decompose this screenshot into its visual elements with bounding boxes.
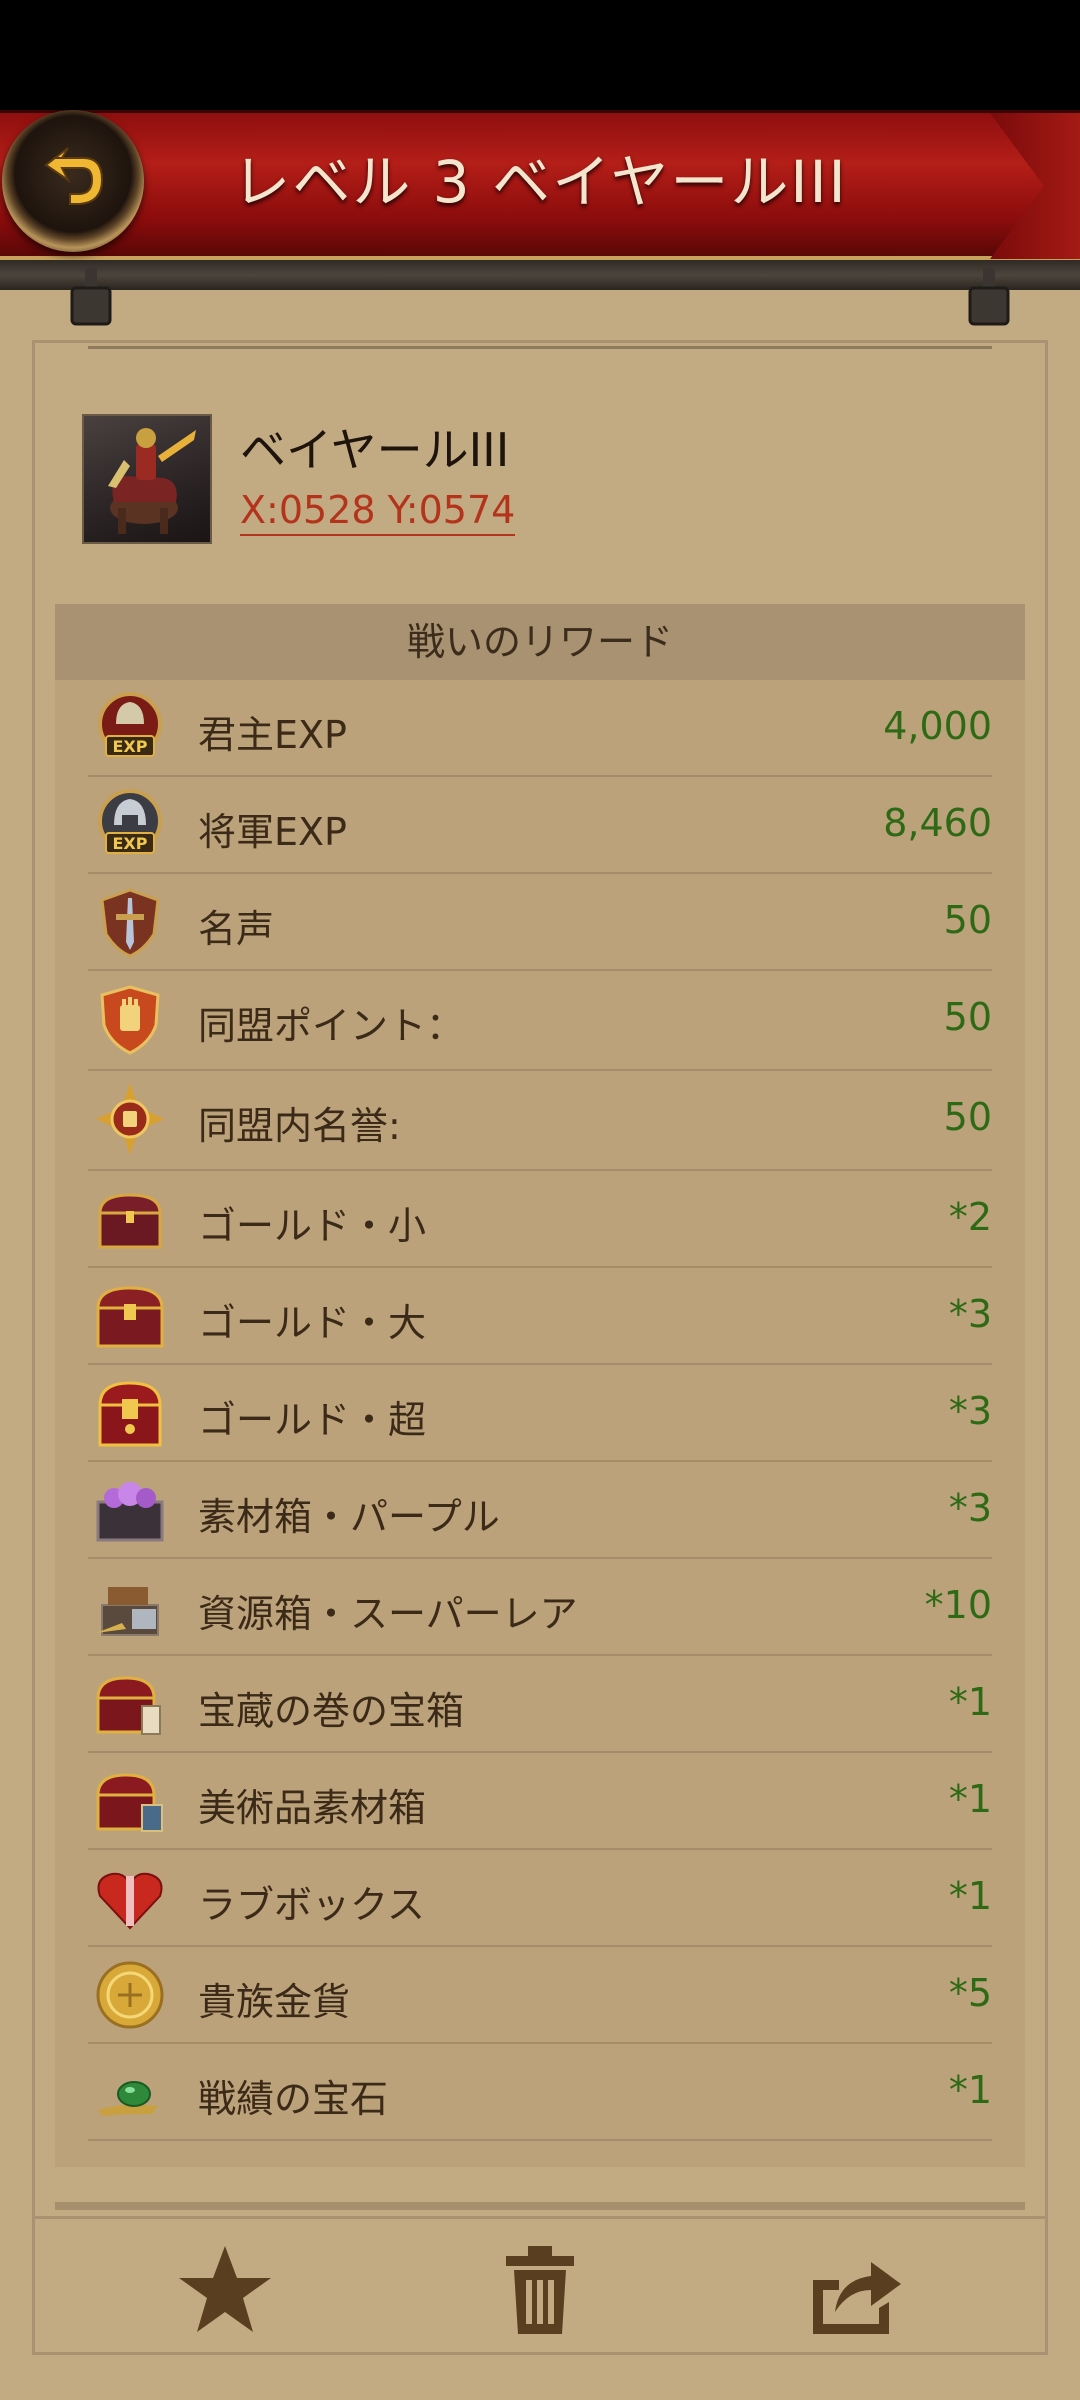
fame-icon (100, 888, 160, 958)
reward-label: ゴールド・小 (198, 1204, 427, 1248)
reward-label: ゴールド・大 (198, 1301, 427, 1345)
reward-value: *1 (948, 2068, 992, 2112)
reward-label: 美術品素材箱 (198, 1786, 427, 1830)
love-box-icon (97, 1872, 163, 1930)
gold-chest-super-icon (98, 1381, 162, 1447)
target-coordinates-link[interactable]: X:0528 Y:0574 (240, 488, 516, 536)
header-iron-band (0, 260, 1080, 290)
reward-label: 貴族金貨 (198, 1980, 351, 2024)
reward-row-fame: 名声 50 (88, 874, 992, 971)
reward-row-gold-super: ゴールド・超 *3 (88, 1365, 992, 1462)
reward-value: 4,000 (883, 704, 992, 748)
reward-label: 君主EXP (198, 713, 347, 757)
purple-material-box-icon (96, 1482, 164, 1542)
reward-row-lord-exp: EXP 君主EXP 4,000 (88, 680, 992, 777)
reward-row-merit-gem: 戦績の宝石 *1 (88, 2044, 992, 2141)
reward-label: 宝蔵の巻の宝箱 (198, 1689, 465, 1733)
general-exp-icon: EXP (98, 789, 162, 854)
svg-text:EXP: EXP (113, 737, 148, 756)
chain-hook-left (70, 268, 112, 326)
chain-hook-right (968, 268, 1010, 326)
favorite-star-icon[interactable] (175, 2240, 275, 2340)
status-bar (0, 0, 1080, 110)
reward-value: 8,460 (883, 801, 992, 845)
reward-value: *3 (948, 1486, 992, 1530)
reward-label: 資源箱・スーパーレア (198, 1592, 578, 1636)
reward-row-gold-large: ゴールド・大 *3 (88, 1268, 992, 1365)
reward-row-noble-coin: 貴族金貨 *5 (88, 1947, 992, 2044)
reward-value: *1 (948, 1874, 992, 1918)
mounted-knight-icon (108, 428, 196, 534)
target-portrait[interactable] (82, 414, 212, 544)
reward-label: 将軍EXP (198, 810, 347, 854)
back-button[interactable] (2, 110, 144, 252)
reward-label: ラブボックス (198, 1883, 425, 1927)
reward-value: 50 (943, 995, 992, 1039)
delete-trash-icon[interactable] (490, 2240, 590, 2340)
reward-value: *3 (948, 1389, 992, 1433)
list-bottom-divider (55, 2202, 1025, 2210)
reward-row-art-material: 美術品素材箱 *1 (88, 1753, 992, 1850)
reward-row-alliance-honor: 同盟内名誉: 50 (88, 1071, 992, 1171)
merit-gem-icon (98, 2081, 158, 2116)
gold-chest-small-icon (98, 1193, 162, 1249)
target-name: ベイヤールIII (240, 423, 510, 477)
reward-value: 50 (943, 898, 992, 942)
lord-exp-icon: EXP (98, 692, 162, 757)
battle-rewards-header: 戦いのリワード (55, 604, 1025, 680)
back-arrow-icon (44, 147, 104, 205)
reward-row-love-box: ラブボックス *1 (88, 1850, 992, 1947)
treasure-scroll-chest-icon (96, 1676, 161, 1735)
reward-value: *10 (924, 1583, 992, 1627)
share-icon[interactable] (805, 2240, 905, 2340)
noble-coin-icon (96, 1961, 164, 2029)
reward-row-purple-material: 素材箱・パープル *3 (88, 1462, 992, 1559)
reward-value: *1 (948, 1777, 992, 1821)
art-material-box-icon (96, 1773, 163, 1832)
reward-label: 同盟ポイント： (198, 1004, 465, 1048)
alliance-honor-icon (96, 1083, 164, 1155)
reward-label: ゴールド・超 (198, 1398, 427, 1442)
reward-value: *5 (948, 1971, 992, 2015)
reward-row-alliance-points: 同盟ポイント： 50 (88, 971, 992, 1071)
alliance-points-icon (100, 985, 160, 1055)
reward-row-general-exp: EXP 将軍EXP 8,460 (88, 777, 992, 874)
reward-value: 50 (943, 1095, 992, 1139)
reward-label: 戦績の宝石 (198, 2077, 389, 2121)
page-title: レベル 3 ベイヤールIII (232, 148, 848, 216)
panel-divider (88, 346, 992, 349)
reward-row-gold-small: ゴールド・小 *2 (88, 1171, 992, 1268)
gold-chest-large-icon (96, 1286, 164, 1348)
reward-label: 素材箱・パープル (198, 1495, 500, 1539)
reward-row-treasure-scroll: 宝蔵の巻の宝箱 *1 (88, 1656, 992, 1753)
reward-value: *2 (948, 1195, 992, 1239)
svg-text:EXP: EXP (113, 834, 148, 853)
reward-row-resource-box: 資源箱・スーパーレア *10 (88, 1559, 992, 1656)
reward-label: 同盟内名誉: (198, 1104, 401, 1148)
reward-value: *1 (948, 1680, 992, 1724)
resource-box-icon (96, 1587, 159, 1636)
reward-value: *3 (948, 1292, 992, 1336)
reward-label: 名声 (198, 907, 275, 951)
title-header: レベル 3 ベイヤールIII (0, 110, 1080, 260)
